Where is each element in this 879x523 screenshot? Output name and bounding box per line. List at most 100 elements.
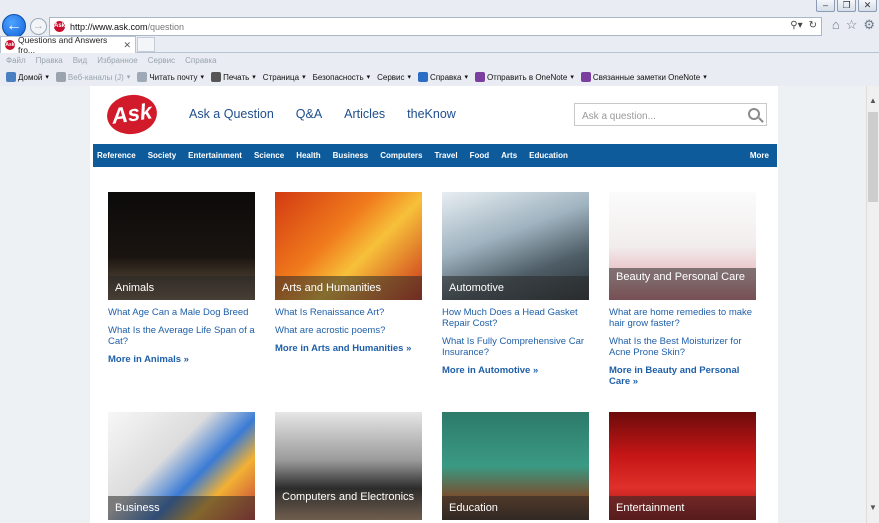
- category-link[interactable]: Science: [254, 151, 284, 160]
- command-item[interactable]: Отправить в OneNote ▾: [474, 72, 574, 82]
- category-title[interactable]: Beauty and Personal Care: [609, 268, 756, 300]
- command-label: Связанные заметки OneNote: [592, 72, 701, 82]
- category-image[interactable]: Education: [442, 412, 589, 520]
- category-title[interactable]: Education: [442, 496, 589, 520]
- command-item[interactable]: Домой ▾: [6, 72, 49, 82]
- gear-icon[interactable]: ⚙: [863, 17, 875, 33]
- site-header: Ask Ask a Question Q&A Articles theKnow Ask…: [90, 86, 778, 143]
- chevron-down-icon: ▾: [200, 74, 205, 81]
- menu-item[interactable]: Правка: [36, 56, 63, 65]
- menu-item[interactable]: Сервис: [148, 56, 175, 65]
- more-link[interactable]: More in Automotive »: [442, 365, 589, 376]
- favicon-icon: Ask: [5, 40, 15, 50]
- question-link[interactable]: How Much Does a Head Gasket Repair Cost?: [442, 307, 589, 329]
- nav-link[interactable]: theKnow: [407, 107, 456, 121]
- category-link[interactable]: Education: [529, 151, 568, 160]
- vertical-scrollbar[interactable]: ▲ ▼: [866, 86, 879, 523]
- more-link[interactable]: More in Beauty and Personal Care »: [609, 365, 756, 387]
- category-title[interactable]: Entertainment: [609, 496, 756, 520]
- command-icon: [474, 72, 485, 82]
- category-card: Beauty and Personal Care What are home re…: [609, 192, 756, 394]
- chevron-down-icon: ▾: [570, 74, 574, 81]
- command-item[interactable]: Страница ▾: [263, 73, 306, 82]
- command-item[interactable]: Связанные заметки OneNote ▾: [580, 72, 707, 82]
- search-placeholder: Ask a question...: [582, 111, 656, 122]
- command-item[interactable]: Читать почту ▾: [137, 72, 204, 82]
- menu-item[interactable]: Избранное: [97, 56, 138, 65]
- category-image[interactable]: Computers and Electronics: [275, 412, 422, 520]
- category-image[interactable]: Entertainment: [609, 412, 756, 520]
- command-item[interactable]: Веб-каналы (J) ▾: [55, 72, 130, 82]
- command-item[interactable]: Сервис ▾: [377, 73, 411, 82]
- url-path: /question: [147, 21, 185, 32]
- refresh-icon[interactable]: ↻: [809, 20, 817, 31]
- menu-item[interactable]: Файл: [6, 56, 26, 65]
- category-image[interactable]: Beauty and Personal Care: [609, 192, 756, 300]
- category-image[interactable]: Automotive: [442, 192, 589, 300]
- category-link[interactable]: Society: [148, 151, 176, 160]
- nav-link[interactable]: Ask a Question: [189, 107, 274, 121]
- home-icon[interactable]: ⌂: [832, 17, 840, 33]
- nav-link[interactable]: Q&A: [296, 107, 322, 121]
- command-item[interactable]: Справка ▾: [418, 72, 468, 82]
- url-host: http://www.ask.com: [70, 21, 148, 32]
- question-links: What Age Can a Male Dog Breed What Is the…: [108, 307, 255, 365]
- category-link[interactable]: Food: [470, 151, 490, 160]
- category-title[interactable]: Arts and Humanities: [275, 276, 422, 300]
- question-link[interactable]: What are home remedies to make hair grow…: [609, 307, 756, 329]
- category-bar: Reference Society Entertainment Science Heal…: [93, 144, 777, 167]
- forward-button[interactable]: →: [30, 18, 47, 35]
- category-image[interactable]: Business: [108, 412, 255, 520]
- ask-logo[interactable]: Ask: [104, 91, 160, 138]
- command-icon: [55, 72, 66, 82]
- search-icon[interactable]: [748, 108, 760, 120]
- close-button[interactable]: ✕: [858, 0, 877, 12]
- category-title[interactable]: Animals: [108, 276, 255, 300]
- command-item[interactable]: Безопасность ▾: [313, 73, 371, 82]
- address-bar[interactable]: Ask http://www.ask.com/question ⚲▾ ↻: [49, 17, 822, 36]
- nav-link[interactable]: Articles: [344, 107, 385, 121]
- search-input[interactable]: Ask a question...: [574, 103, 767, 126]
- question-link[interactable]: What Is Renaissance Art?: [275, 307, 422, 318]
- category-image[interactable]: Arts and Humanities: [275, 192, 422, 300]
- close-icon[interactable]: ✕: [123, 40, 131, 51]
- command-icon: [137, 72, 148, 82]
- question-link[interactable]: What Is the Best Moisturizer for Acne Pr…: [609, 336, 756, 358]
- category-link[interactable]: Travel: [434, 151, 457, 160]
- category-title[interactable]: Computers and Electronics: [275, 488, 422, 520]
- category-image[interactable]: Animals: [108, 192, 255, 300]
- category-more-link[interactable]: More: [750, 151, 769, 160]
- menu-item[interactable]: Вид: [73, 56, 87, 65]
- category-card: Automotive How Much Does a Head Gasket Re…: [442, 192, 589, 383]
- category-link[interactable]: Entertainment: [188, 151, 242, 160]
- category-link[interactable]: Computers: [380, 151, 422, 160]
- category-link[interactable]: Health: [296, 151, 320, 160]
- category-link[interactable]: Arts: [501, 151, 517, 160]
- scroll-up-icon[interactable]: ▲: [867, 94, 879, 108]
- more-link[interactable]: More in Animals »: [108, 354, 255, 365]
- menu-item[interactable]: Справка: [185, 56, 216, 65]
- command-label: Отправить в OneNote: [486, 72, 568, 82]
- favorites-star-icon[interactable]: ☆: [846, 17, 858, 33]
- category-link[interactable]: Reference: [97, 151, 136, 160]
- category-card: Arts and Humanities What Is Renaissance A…: [275, 192, 422, 361]
- more-link[interactable]: More in Arts and Humanities »: [275, 343, 422, 354]
- tab-ask-question[interactable]: Ask Questions and Answers fro... ✕: [0, 35, 136, 55]
- scroll-down-icon[interactable]: ▼: [867, 501, 879, 515]
- question-link[interactable]: What Is the Average Life Span of a Cat?: [108, 325, 255, 347]
- maximize-button[interactable]: ❐: [837, 0, 856, 12]
- category-title[interactable]: Business: [108, 496, 255, 520]
- question-link[interactable]: What Age Can a Male Dog Breed: [108, 307, 255, 318]
- question-link[interactable]: What Is Fully Comprehensive Car Insuranc…: [442, 336, 589, 358]
- new-tab-button[interactable]: [137, 37, 155, 52]
- category-title[interactable]: Automotive: [442, 276, 589, 300]
- search-icon[interactable]: ⚲▾: [790, 20, 802, 31]
- window-controls: – ❐ ✕: [816, 0, 877, 12]
- minimize-button[interactable]: –: [816, 0, 835, 12]
- command-item[interactable]: Печать ▾: [211, 72, 256, 82]
- category-card: Entertainment: [609, 412, 756, 520]
- question-link[interactable]: What are acrostic poems?: [275, 325, 422, 336]
- category-card: Computers and Electronics: [275, 412, 422, 520]
- category-link[interactable]: Business: [333, 151, 369, 160]
- scroll-thumb[interactable]: [868, 112, 878, 202]
